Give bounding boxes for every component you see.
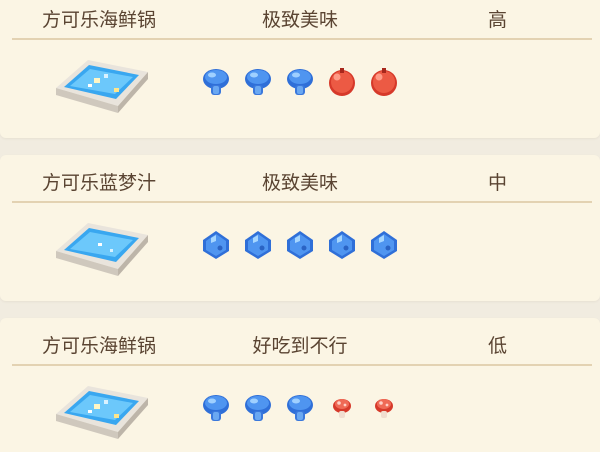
recipe-card[interactable]: 方可乐海鲜锅 极致美味 高 [0, 0, 600, 138]
mushroom-blue-icon [242, 392, 274, 424]
mushroom-blue-icon [242, 66, 274, 98]
divider [12, 38, 592, 40]
recipe-header: 方可乐蓝梦汁 极致美味 中 [0, 163, 600, 197]
mushroom-blue-icon [284, 392, 316, 424]
mushroom-red-small-icon [326, 392, 358, 424]
recipe-level: 中 [488, 172, 508, 194]
recipe-taste: 极致美味 [261, 9, 338, 31]
dish-icon [52, 215, 152, 281]
recipe-taste: 好吃到不行 [252, 335, 348, 357]
recipe-level: 高 [488, 9, 508, 31]
recipe-card[interactable]: 方可乐海鲜锅 好吃到不行 低 [0, 318, 600, 452]
dish-icon [52, 52, 152, 118]
recipe-card[interactable]: 方可乐蓝梦汁 极致美味 中 [0, 155, 600, 301]
mushroom-blue-icon [284, 66, 316, 98]
berry-red-icon [326, 66, 358, 98]
mushroom-blue-icon [200, 66, 232, 98]
berry-red-icon [368, 66, 400, 98]
dish-icon [52, 378, 152, 444]
mushroom-red-small-icon [368, 392, 400, 424]
berry-blue-icon [200, 229, 232, 261]
recipe-header: 方可乐海鲜锅 好吃到不行 低 [0, 326, 600, 360]
berry-blue-icon [368, 229, 400, 261]
divider [12, 364, 592, 366]
recipe-level: 低 [488, 335, 508, 357]
berry-blue-icon [242, 229, 274, 261]
recipe-header: 方可乐海鲜锅 极致美味 高 [0, 0, 600, 34]
recipe-taste: 极致美味 [261, 172, 338, 194]
berry-blue-icon [284, 229, 316, 261]
mushroom-blue-icon [200, 392, 232, 424]
divider [12, 201, 592, 203]
berry-blue-icon [326, 229, 358, 261]
